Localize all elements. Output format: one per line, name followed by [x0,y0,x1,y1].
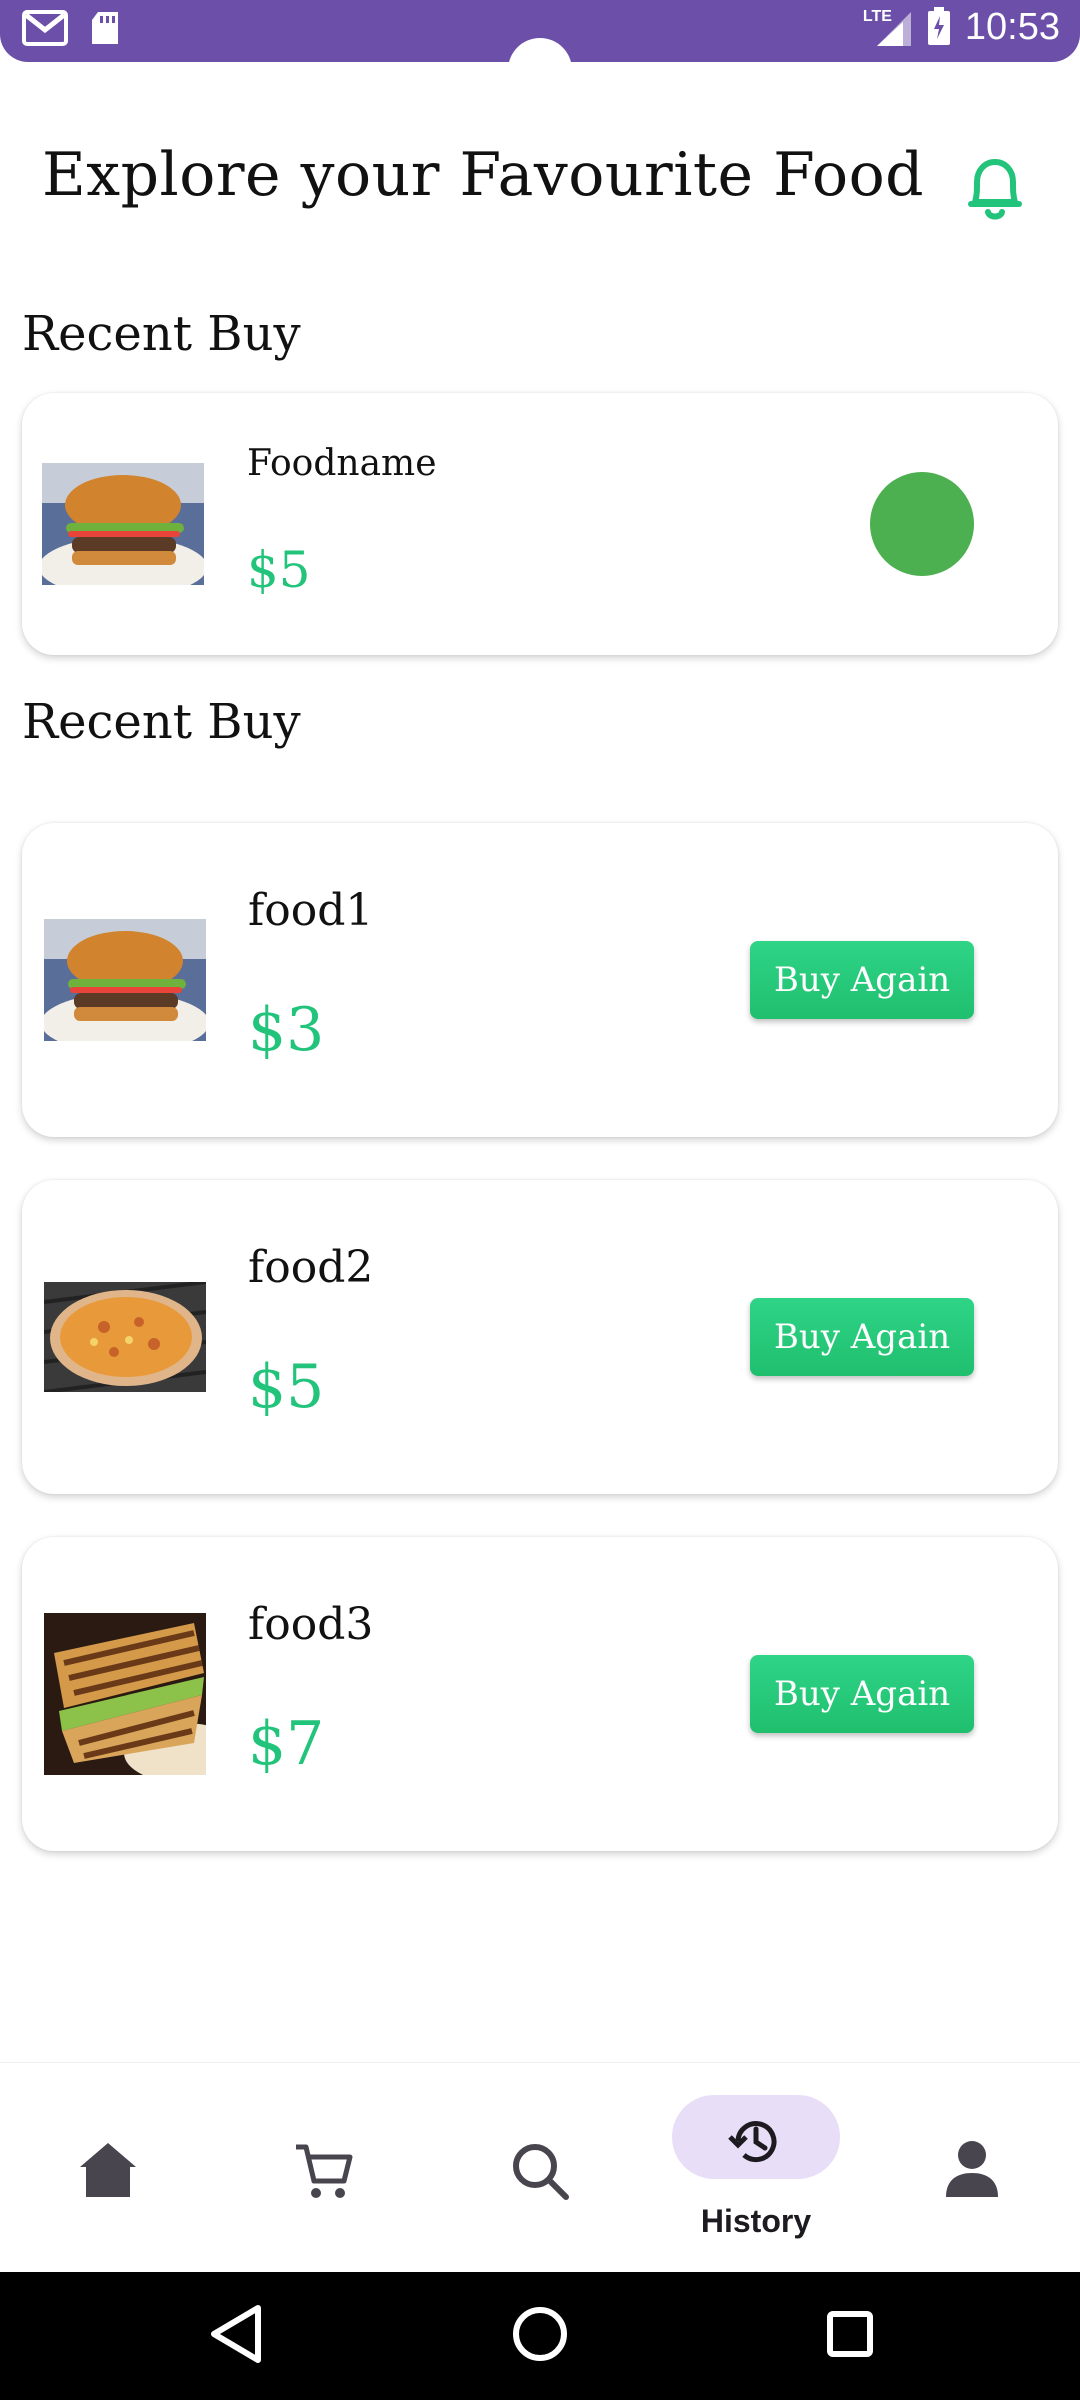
buy-again-button[interactable]: Buy Again [750,1655,974,1733]
battery-charging-icon [927,6,951,49]
history-item-card: food1 $3 Buy Again [22,823,1058,1137]
food-price: $5 [248,1352,325,1422]
history-item-card: food3 $7 Buy Again [22,1537,1058,1851]
status-dot [870,472,974,576]
recents-icon[interactable] [818,2302,882,2370]
back-icon[interactable] [206,2302,266,2370]
bottom-navigation: History [0,2062,1080,2273]
food-price: $7 [248,1709,325,1779]
bell-icon[interactable] [955,148,1035,228]
nav-label-history: History [700,2203,812,2239]
system-navigation-bar [0,2272,1080,2400]
food-image [44,919,206,1041]
sd-card-icon [90,10,120,50]
food-image [44,1613,206,1775]
history-icon [728,2113,784,2173]
history-item-card: food2 $5 Buy Again [22,1180,1058,1494]
status-time: 10:53 [964,6,1060,48]
nav-item-search[interactable] [432,2063,648,2273]
section-label-recent-buy: Recent Buy [22,306,301,362]
food-image [44,1282,206,1392]
home-icon [78,2139,138,2203]
food-price: $3 [248,995,325,1065]
nav-item-cart[interactable] [216,2063,432,2273]
status-bar: LTE 10:53 [0,0,1080,78]
recent-buy-card[interactable]: Foodname $5 [22,393,1058,655]
profile-icon [944,2139,1000,2203]
food-name: Foodname [247,443,437,484]
camera-notch [508,38,572,78]
cart-icon [294,2141,354,2205]
gmail-icon [22,10,68,50]
search-icon [510,2141,570,2205]
food-name: food2 [248,1242,374,1293]
food-price: $5 [247,541,311,599]
buy-again-button[interactable]: Buy Again [750,1298,974,1376]
page-title: Explore your Favourite Food [42,140,925,210]
section-label-history: Recent Buy [22,694,301,750]
food-image [42,463,204,585]
nav-item-home[interactable] [0,2063,216,2273]
buy-again-button[interactable]: Buy Again [750,941,974,1019]
home-circle-icon[interactable] [508,2302,572,2370]
nav-item-history[interactable]: History [648,2063,864,2273]
food-name: food1 [248,885,374,936]
nav-item-profile[interactable] [864,2063,1080,2273]
food-name: food3 [248,1599,374,1650]
signal-icon: LTE [863,8,913,48]
